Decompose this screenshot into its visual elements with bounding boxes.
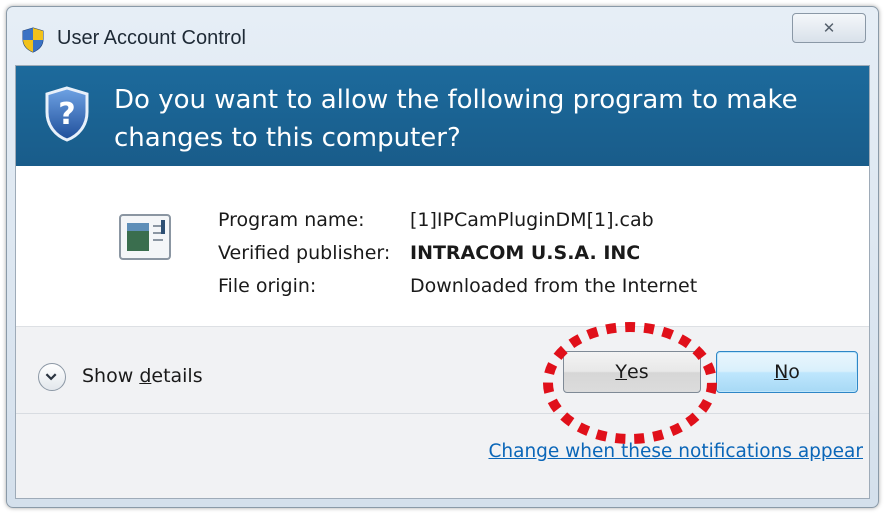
dialog-footer: Show details Yes No Change when these no… — [16, 326, 869, 498]
yes-suffix: es — [627, 361, 649, 383]
yes-button[interactable]: Yes — [563, 351, 701, 393]
show-details-prefix: Show — [82, 365, 140, 387]
yes-accel: Y — [615, 361, 627, 383]
file-origin-label: File origin: — [218, 275, 317, 297]
program-details: Program name: [1]IPCamPluginDM[1].cab Ve… — [218, 204, 697, 303]
publisher-label: Verified publisher: — [218, 242, 391, 264]
footer-divider — [16, 413, 869, 414]
show-details-button[interactable]: Show details — [82, 365, 203, 387]
publisher-row: Verified publisher: INTRACOM U.S.A. INC — [218, 237, 697, 270]
title-bar: User Account Control ✕ — [7, 7, 878, 65]
program-name-row: Program name: [1]IPCamPluginDM[1].cab — [218, 204, 697, 237]
show-details-accel: d — [139, 365, 152, 387]
program-name-value: [1]IPCamPluginDM[1].cab — [410, 209, 654, 231]
show-details-suffix: etails — [151, 365, 203, 387]
change-notifications-link[interactable]: Change when these notifications appear — [488, 441, 863, 462]
publisher-value: INTRACOM U.S.A. INC — [410, 242, 641, 264]
dialog-content: ? Do you want to allow the following pro… — [15, 65, 870, 499]
uac-shield-icon — [22, 27, 44, 53]
svg-text:?: ? — [58, 97, 75, 132]
file-origin-row: File origin: Downloaded from the Interne… — [218, 270, 697, 303]
program-name-label: Program name: — [218, 209, 365, 231]
program-window-icon — [119, 214, 171, 260]
no-button[interactable]: No — [716, 351, 858, 393]
question-shield-icon: ? — [45, 86, 89, 142]
question-text: Do you want to allow the following progr… — [114, 85, 798, 153]
file-origin-value: Downloaded from the Internet — [410, 275, 698, 297]
window-title: User Account Control — [57, 27, 246, 49]
no-accel: N — [774, 361, 789, 383]
question-banner: ? Do you want to allow the following pro… — [16, 66, 869, 166]
program-info: Program name: [1]IPCamPluginDM[1].cab Ve… — [16, 166, 869, 326]
uac-dialog: User Account Control ✕ ? Do you want to … — [6, 6, 879, 508]
show-details-chevron-icon[interactable] — [38, 363, 66, 391]
close-icon: ✕ — [822, 19, 836, 37]
no-suffix: o — [788, 361, 800, 383]
close-button[interactable]: ✕ — [792, 13, 866, 43]
